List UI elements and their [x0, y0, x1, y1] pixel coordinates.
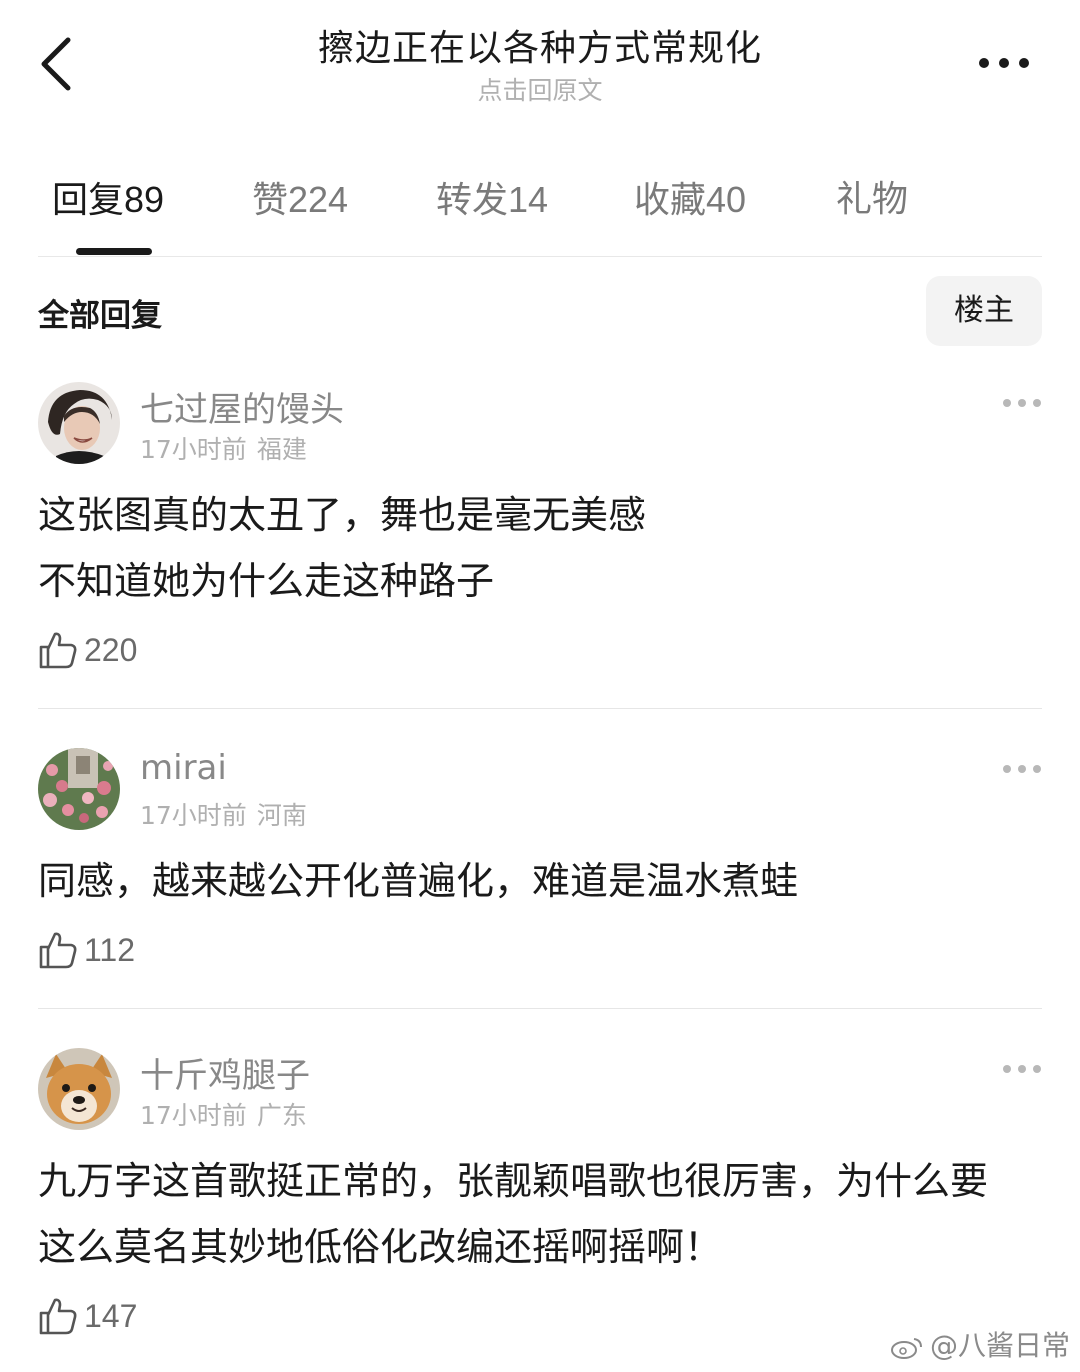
avatar[interactable] — [38, 1048, 120, 1130]
comment-line: 九万字这首歌挺正常的，张靓颖唱歌也很厉害，为什么要 — [38, 1159, 989, 1203]
avatar[interactable] — [38, 382, 120, 464]
comment-location: 福建 — [256, 435, 307, 464]
watermark-text: @八酱日常 — [929, 1329, 1070, 1362]
weibo-logo-icon — [890, 1338, 922, 1359]
thumbs-up-icon — [39, 632, 77, 669]
comment-item: mirai 17小时前 河南 同感，越来越公开化普遍化，难道是温水煮蛙 112 — [0, 744, 1080, 1008]
comment-more-button[interactable] — [1002, 762, 1042, 776]
more-horizontal-icon — [1003, 1065, 1041, 1073]
header-title-block: 擦边正在以各种方式常规化 点击回原文 — [0, 26, 1080, 108]
op-only-button[interactable]: 楼主 — [926, 276, 1042, 346]
comment-divider — [38, 1008, 1042, 1009]
comment-item: 七过屋的馒头 17小时前 福建 这张图真的太丑了，舞也是毫无美感 不知道她为什么走… — [0, 378, 1080, 708]
comment-location: 河南 — [256, 801, 307, 830]
tab-favorites[interactable]: 收藏40 — [634, 170, 746, 231]
comment-more-button[interactable] — [1002, 1062, 1042, 1076]
comment-divider — [38, 708, 1042, 709]
comment-text: 同感，越来越公开化普遍化，难道是温水煮蛙 — [38, 848, 1044, 914]
tab-label: 转发 — [436, 180, 509, 221]
more-options-button[interactable] — [976, 50, 1032, 76]
thumbs-up-icon — [39, 932, 77, 969]
tab-count: 14 — [508, 179, 549, 220]
comment-location: 广东 — [256, 1101, 307, 1130]
tab-label: 收藏 — [634, 180, 707, 221]
avatar-image — [38, 1048, 120, 1130]
tab-bar: 回复89 赞224 转发14 收藏40 礼物 — [0, 170, 1080, 256]
watermark: @八酱日常 — [890, 1324, 1070, 1364]
like-count: 112 — [84, 932, 136, 968]
tab-gifts[interactable]: 礼物 — [836, 170, 908, 230]
username[interactable]: 十斤鸡腿子 — [140, 1048, 310, 1097]
avatar-image — [38, 382, 120, 464]
thumbs-up-icon — [39, 1298, 77, 1335]
tab-replies[interactable]: 回复89 — [52, 170, 164, 231]
username[interactable]: 七过屋的馒头 — [140, 382, 344, 431]
comment-time: 17小时前 — [140, 435, 247, 464]
tab-likes[interactable]: 赞224 — [252, 170, 348, 231]
tab-count: 89 — [124, 179, 165, 220]
comment-meta: 17小时前 河南 — [140, 796, 317, 832]
active-tab-indicator — [76, 248, 152, 255]
more-horizontal-icon — [979, 58, 1029, 68]
comment-text: 这张图真的太丑了，舞也是毫无美感 不知道她为什么走这种路子 — [38, 482, 1044, 614]
comment-more-button[interactable] — [1002, 396, 1042, 410]
comment-item: 十斤鸡腿子 17小时前 广东 九万字这首歌挺正常的，张靓颖唱歌也很厉害，为什么要 … — [0, 1044, 1080, 1372]
tabs-divider — [38, 256, 1042, 257]
filter-row: 全部回复 楼主 — [0, 276, 1080, 348]
tab-label: 回复 — [52, 180, 125, 221]
comment-line: 这么莫名其妙地低俗化改编还摇啊摇啊！ — [38, 1225, 723, 1269]
more-horizontal-icon — [1003, 399, 1041, 407]
like-count: 147 — [84, 1298, 138, 1334]
comment-time: 17小时前 — [140, 1101, 247, 1130]
comment-text: 九万字这首歌挺正常的，张靓颖唱歌也很厉害，为什么要 这么莫名其妙地低俗化改编还摇… — [38, 1148, 1044, 1280]
comment-line: 这张图真的太丑了，舞也是毫无美感 — [38, 493, 647, 537]
tab-count: 40 — [706, 179, 747, 220]
page-title: 擦边正在以各种方式常规化 — [317, 28, 762, 69]
tab-count: 224 — [288, 179, 349, 220]
like-count: 220 — [84, 632, 138, 668]
tab-label: 赞 — [252, 180, 289, 221]
comment-time: 17小时前 — [140, 801, 247, 830]
avatar-image — [38, 748, 120, 830]
all-replies-label: 全部回复 — [38, 298, 162, 334]
tab-reposts[interactable]: 转发14 — [436, 170, 548, 231]
comment-meta: 17小时前 广东 — [140, 1096, 317, 1132]
comment-line: 不知道她为什么走这种路子 — [38, 559, 495, 603]
comment-line: 同感，越来越公开化普遍化，难道是温水煮蛙 — [38, 859, 799, 903]
comment-meta: 17小时前 福建 — [140, 430, 317, 466]
top-bar: 擦边正在以各种方式常规化 点击回原文 — [0, 0, 1080, 120]
tab-label: 礼物 — [836, 179, 909, 220]
avatar[interactable] — [38, 748, 120, 830]
username[interactable]: mirai — [140, 748, 227, 788]
more-horizontal-icon — [1003, 765, 1041, 773]
back-to-original-link[interactable]: 点击回原文 — [477, 74, 602, 108]
